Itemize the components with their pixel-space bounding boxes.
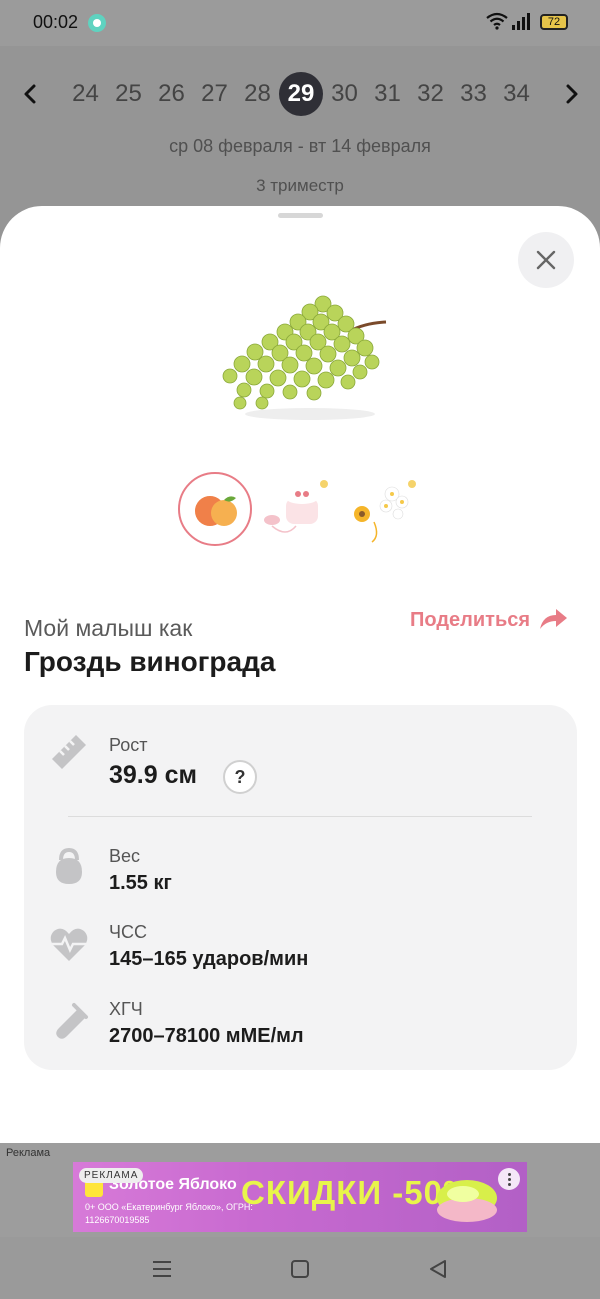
week-item[interactable]: 31 [366,72,409,116]
thumbnail-flowers[interactable] [346,472,420,546]
back-icon[interactable] [428,1258,448,1280]
close-icon [536,250,556,270]
share-button[interactable]: Поделиться [410,605,568,635]
week-item[interactable]: 25 [107,72,150,116]
peach-icon [195,496,237,526]
cosmetic-product-image [437,1180,497,1222]
weight-label: Вес [109,846,141,866]
stats-card: Рост 39.9 см ? Вес 1.55 кг ЧСС 145–165 у… [24,705,577,1070]
date-range: ср 08 февраля - вт 14 февраля [169,136,431,156]
ad-legal: 0+ ООО «Екатеринбург Яблоко», ОГРН: 1126… [85,1202,253,1225]
ad-banner[interactable]: Золотое Яблоко РЕКЛАМА 0+ ООО «Екатеринб… [73,1162,527,1232]
week-item[interactable]: 28 [236,72,279,116]
week-item[interactable]: 24 [64,72,107,116]
week-list: 24 25 26 27 28 29 30 31 32 33 34 [64,72,538,116]
heartbeat-icon [50,928,88,961]
ad-badge: РЕКЛАМА [79,1168,144,1183]
wifi-icon [486,12,508,30]
ad-more-icon[interactable] [498,1168,520,1190]
week-item[interactable]: 26 [150,72,193,116]
chevron-left-icon[interactable] [20,82,40,106]
week-item[interactable]: 27 [193,72,236,116]
heart-rate-value: 145–165 ударов/мин [109,948,309,970]
signal-icon [512,13,530,30]
height-value: 39.9 см [109,761,198,789]
ad-label: Реклама [6,1147,51,1159]
weight-value: 1.55 кг [109,872,172,894]
hcg-value: 2700–78100 мМЕ/мл [109,1025,304,1047]
stats-divider [68,816,532,817]
battery-icon: 72 [540,14,568,30]
size-subtitle: Мой малыш как [24,615,193,641]
height-label: Рост [109,735,148,755]
ruler-icon [52,735,86,769]
cake-icon [264,480,328,533]
share-arrow-icon [540,609,568,629]
baby-size-sheet: Мой малыш как Гроздь винограда Поделитьс… [0,206,600,1143]
system-nav-bar [0,1237,600,1299]
thumbnail-cake[interactable] [262,472,336,546]
thumbnail-peach[interactable] [178,472,252,546]
status-time: 00:02 [33,12,79,32]
share-label: Поделиться [410,608,531,631]
size-thumbnails [178,472,428,548]
chevron-right-icon[interactable] [562,82,582,106]
sheet-drag-handle[interactable] [278,213,323,218]
week-item[interactable]: 34 [495,72,538,116]
height-help-button[interactable]: ? [223,760,257,794]
kettlebell-icon [56,847,82,884]
hcg-label: ХГЧ [109,999,143,1019]
size-title: Гроздь винограда [24,646,276,677]
trimester-label: 3 триместр [256,176,344,195]
grape-bunch-image [222,295,387,420]
week-item-selected[interactable]: 29 [279,72,323,116]
week-item[interactable]: 30 [323,72,366,116]
heart-rate-label: ЧСС [109,922,147,942]
week-item[interactable]: 32 [409,72,452,116]
ad-area: Реклама Золотое Яблоко РЕКЛАМА 0+ ООО «Е… [0,1143,600,1237]
recent-apps-icon[interactable] [151,1259,173,1279]
test-tube-icon [56,1003,88,1039]
status-bar: 00:02 72 [0,0,600,46]
week-item[interactable]: 33 [452,72,495,116]
home-icon[interactable] [290,1259,310,1279]
flowers-icon [354,480,416,543]
close-button[interactable] [518,232,574,288]
messenger-icon [88,14,106,32]
